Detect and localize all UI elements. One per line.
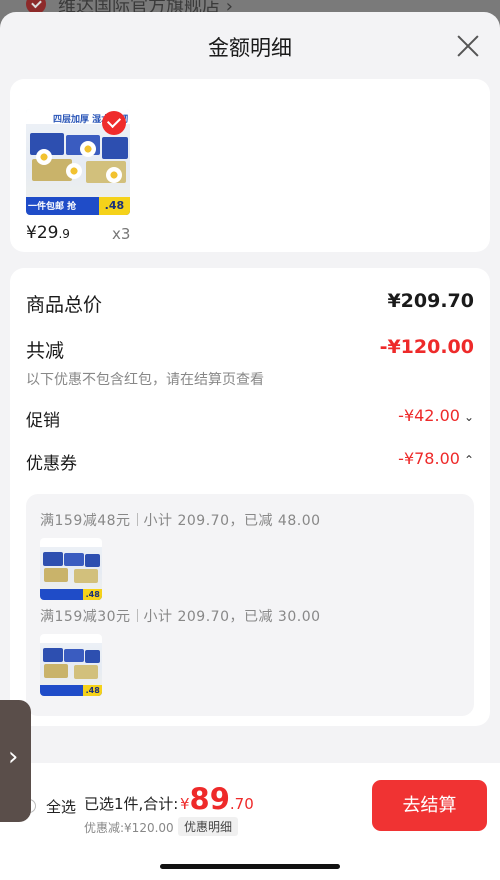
total-price: ¥89.70 xyxy=(180,782,254,816)
discount-detail-button[interactable]: 优惠明细 xyxy=(178,817,239,836)
checkout-button[interactable]: 去结算 xyxy=(372,780,487,831)
product-promo-price: .48 xyxy=(98,196,130,215)
coupon-line: 满159减30元 小计 209.70，已减 30.00 xyxy=(40,609,321,625)
promo-label: 促销 xyxy=(26,411,60,431)
coupon-value: -¥78.00 xyxy=(398,449,460,468)
coupon-product-image: .48 xyxy=(40,538,102,600)
amount-detail-sheet: 金额明细 四层加厚 湿水柔韧 一件包邮 抢 .48 ¥29.9 x3 商品总价 … xyxy=(0,12,500,880)
total-value: ¥209.70 xyxy=(387,290,474,312)
total-row: 商品总价 ¥209.70 xyxy=(26,290,474,317)
chevron-down-icon[interactable]: ⌄ xyxy=(464,410,474,424)
coupon-line: 满159减48元 小计 209.70，已减 48.00 xyxy=(40,513,321,529)
coupon-detail-panel: 满159减48元 小计 209.70，已减 48.00 .48 满159减30元小… xyxy=(26,494,474,716)
product-price: ¥29.9 xyxy=(26,223,70,243)
product-card: 四层加厚 湿水柔韧 一件包邮 抢 .48 ¥29.9 x3 xyxy=(10,79,490,252)
price-summary-card: 商品总价 ¥209.70 共减 -¥120.00 以下优惠不包含红包，请在结算页… xyxy=(10,268,490,726)
coupon-product-image: .48 xyxy=(40,634,102,696)
reduce-value: -¥120.00 xyxy=(379,336,474,358)
selected-check-icon xyxy=(102,111,126,135)
chevron-right-icon: › xyxy=(8,742,19,772)
side-drawer-handle[interactable]: › xyxy=(0,700,31,822)
coupon-promo-price: .48 xyxy=(83,685,102,696)
coupon-promo-price: .48 xyxy=(83,589,102,600)
close-icon[interactable] xyxy=(456,34,480,58)
coupon-label: 优惠券 xyxy=(26,454,77,474)
home-indicator xyxy=(160,864,340,869)
promo-value: -¥42.00 xyxy=(398,406,460,425)
discount-amount: 优惠减:¥120.00 xyxy=(84,821,174,835)
reduce-hint: 以下优惠不包含红包，请在结算页查看 xyxy=(26,372,264,388)
reduce-row: 共减 -¥120.00 以下优惠不包含红包，请在结算页查看 xyxy=(26,336,474,389)
product-promo-tag: 一件包邮 抢 xyxy=(28,201,77,212)
promo-row[interactable]: 促销 -¥42.00 ⌄ xyxy=(26,406,474,431)
sheet-title: 金额明细 xyxy=(208,36,292,60)
select-all-label[interactable]: 全选 xyxy=(46,796,76,817)
selected-count: 已选1件,合计: xyxy=(84,795,179,813)
total-label: 商品总价 xyxy=(26,294,103,316)
product-quantity: x3 xyxy=(112,225,131,243)
coupon-row[interactable]: 优惠券 -¥78.00 ⌃ xyxy=(26,449,474,474)
chevron-up-icon[interactable]: ⌃ xyxy=(464,453,474,467)
product-image[interactable]: 四层加厚 湿水柔韧 一件包邮 抢 .48 xyxy=(26,109,130,215)
